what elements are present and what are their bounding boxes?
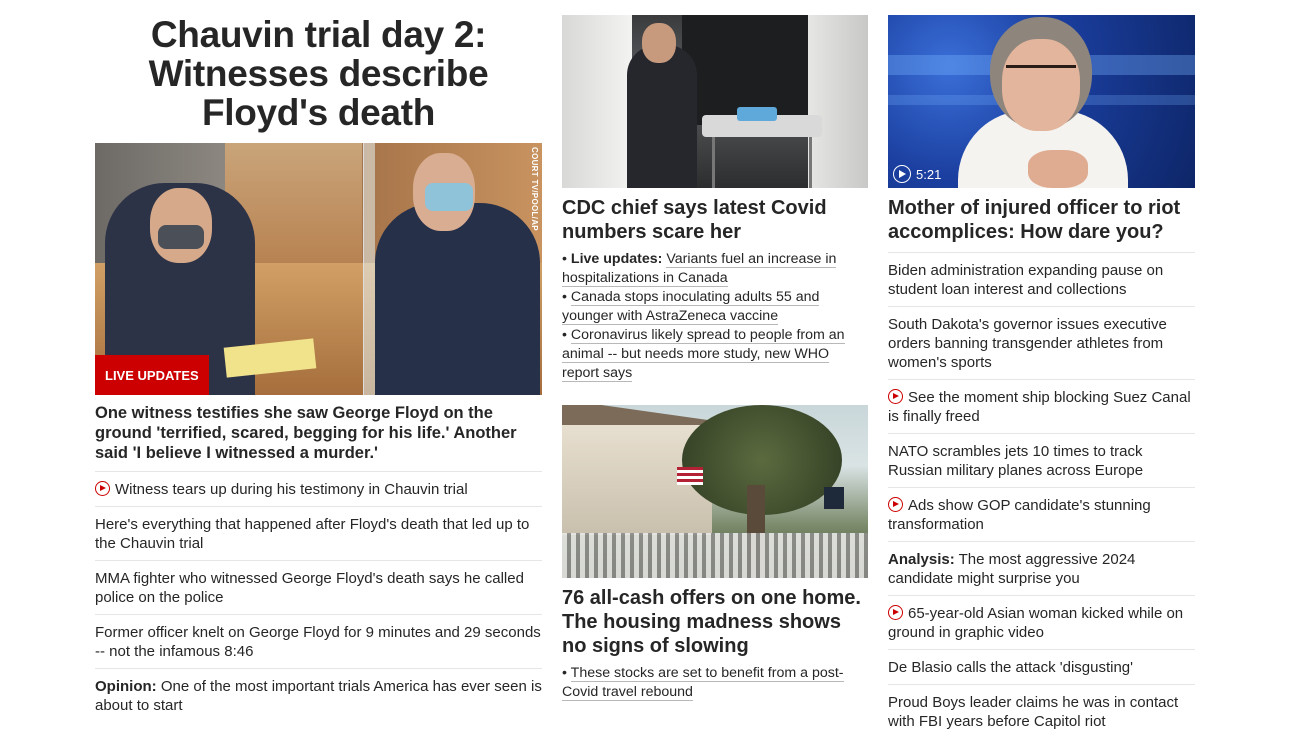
bullet-item[interactable]: • Live updates: Variants fuel an increas… [562, 250, 868, 288]
video-play-icon [888, 497, 903, 512]
video-play-icon [888, 389, 903, 404]
list-item[interactable]: See the moment ship blocking Suez Canal … [888, 380, 1195, 434]
lead-related-list: Witness tears up during his testimony in… [95, 472, 542, 722]
bullet-item[interactable]: • These stocks are set to benefit from a… [562, 664, 868, 702]
housing-bullets: • These stocks are set to benefit from a… [562, 664, 868, 702]
image-credit: COURT TV/POOL/AP [530, 147, 539, 231]
list-item[interactable]: Here's everything that happened after Fl… [95, 507, 542, 561]
list-item[interactable]: 65-year-old Asian woman kicked while on … [888, 596, 1195, 650]
bullet-item[interactable]: • Canada stops inoculating adults 55 and… [562, 288, 868, 326]
housing-headline[interactable]: 76 all-cash offers on one home. The hous… [562, 586, 868, 658]
list-item[interactable]: Witness tears up during his testimony in… [95, 472, 542, 507]
list-item[interactable]: MMA fighter who witnessed George Floyd's… [95, 561, 542, 615]
list-item[interactable]: Former officer knelt on George Floyd for… [95, 615, 542, 669]
video-play-icon [888, 605, 903, 620]
covid-bullets: • Live updates: Variants fuel an increas… [562, 250, 868, 383]
video-story-image[interactable]: 5:21 [888, 15, 1195, 188]
analysis-label: Analysis: [888, 551, 955, 568]
opinion-label: Opinion: [95, 678, 157, 695]
lead-summary[interactable]: One witness testifies she saw George Flo… [95, 403, 542, 472]
live-updates-label: Live updates: [570, 251, 663, 267]
bullet-item[interactable]: • Coronavirus likely spread to people fr… [562, 326, 868, 383]
housing-story-image[interactable] [562, 405, 868, 578]
list-item[interactable]: South Dakota's governor issues executive… [888, 307, 1195, 380]
list-item[interactable]: Biden administration expanding pause on … [888, 253, 1195, 307]
list-item[interactable]: Opinion: One of the most important trial… [95, 669, 542, 722]
lead-story-image[interactable]: COURT TV/POOL/AP LIVE UPDATES [95, 143, 542, 395]
list-item[interactable]: NATO scrambles jets 10 times to track Ru… [888, 434, 1195, 488]
middle-column: CDC chief says latest Covid numbers scar… [562, 0, 868, 702]
list-item[interactable]: De Blasio calls the attack 'disgusting' [888, 650, 1195, 685]
list-item[interactable]: Proud Boys leader claims he was in conta… [888, 685, 1195, 737]
video-duration[interactable]: 5:21 [893, 165, 941, 183]
live-updates-badge[interactable]: LIVE UPDATES [95, 355, 209, 395]
play-icon [893, 165, 911, 183]
right-headline-list: Biden administration expanding pause on … [888, 253, 1195, 737]
video-play-icon [95, 481, 110, 496]
list-item[interactable]: Ads show GOP candidate's stunning transf… [888, 488, 1195, 542]
video-story-headline[interactable]: Mother of injured officer to riot accomp… [888, 196, 1195, 253]
list-item[interactable]: Analysis: The most aggressive 2024 candi… [888, 542, 1195, 596]
lead-headline[interactable]: Chauvin trial day 2: Witnesses describe … [95, 15, 542, 132]
right-column: 5:21 Mother of injured officer to riot a… [888, 0, 1195, 737]
lead-story-column: Chauvin trial day 2: Witnesses describe … [95, 0, 542, 722]
covid-story-image[interactable] [562, 15, 868, 188]
covid-headline[interactable]: CDC chief says latest Covid numbers scar… [562, 196, 868, 244]
